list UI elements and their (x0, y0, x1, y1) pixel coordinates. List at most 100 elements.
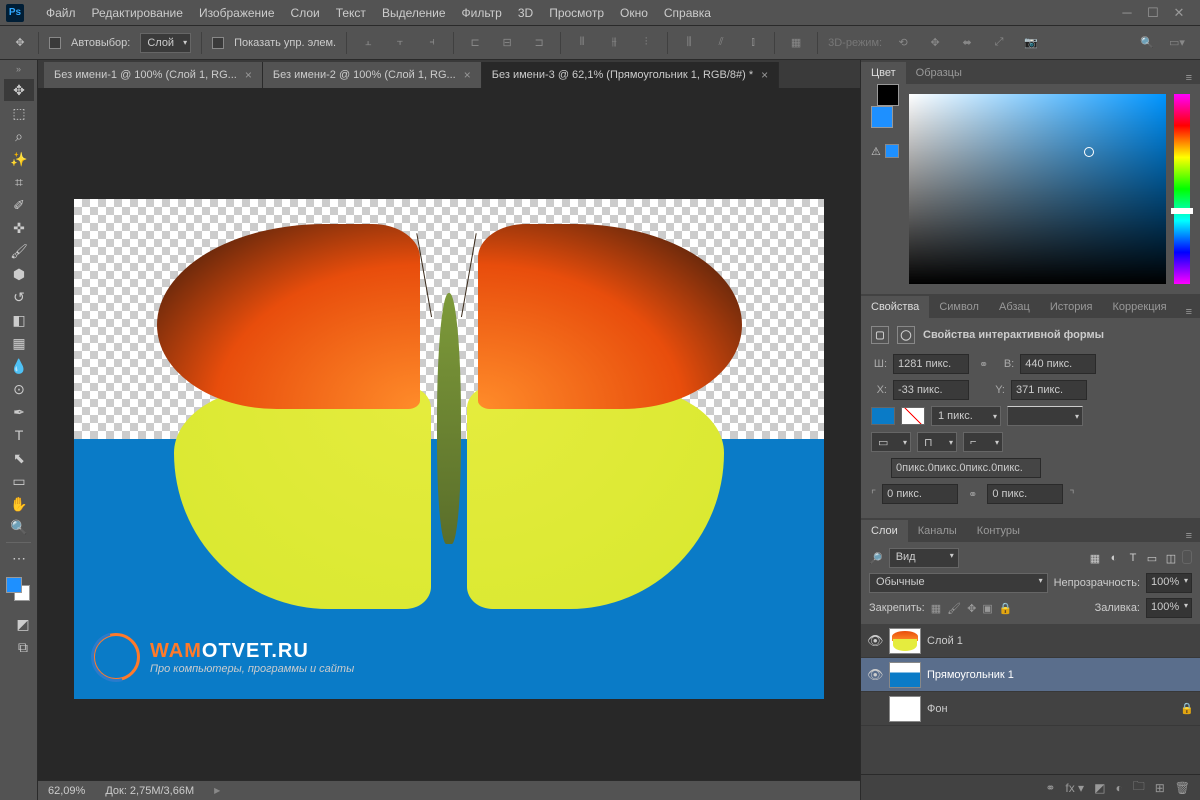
show-transform-checkbox[interactable] (212, 37, 224, 49)
panel-menu-icon[interactable]: ≡ (1178, 306, 1200, 318)
lock-all-icon[interactable]: 🔒 (999, 602, 1013, 615)
toolbar-expand-icon[interactable]: » (0, 64, 37, 78)
adjustment-layer-icon[interactable]: ◐ (1115, 781, 1122, 795)
layer-name[interactable]: Фон (927, 703, 948, 715)
align-vcenter-icon[interactable]: ⫟ (389, 32, 411, 54)
history-brush-tool[interactable]: ↺ (4, 286, 34, 308)
menu-layers[interactable]: Слои (283, 3, 328, 23)
filter-text-icon[interactable]: T (1125, 550, 1141, 566)
close-icon[interactable]: × (245, 68, 252, 82)
menu-help[interactable]: Справка (656, 3, 719, 23)
new-layer-icon[interactable]: ⊞ (1155, 781, 1165, 795)
menu-image[interactable]: Изображение (191, 3, 283, 23)
filter-pixel-icon[interactable]: ▦ (1087, 550, 1103, 566)
lock-position-icon[interactable]: ✥ (967, 602, 976, 615)
tab-paragraph[interactable]: Абзац (989, 296, 1040, 318)
corner-b-input[interactable] (987, 484, 1063, 504)
stroke-color-swatch[interactable] (901, 407, 925, 425)
document-tab[interactable]: Без имени-2 @ 100% (Слой 1, RG... × (263, 62, 482, 88)
healing-tool[interactable]: ✜ (4, 217, 34, 239)
magic-wand-tool[interactable]: ✨ (4, 148, 34, 170)
stamp-tool[interactable]: ⬢ (4, 263, 34, 285)
filter-type-dropdown[interactable]: Вид (889, 548, 959, 568)
hand-tool[interactable]: ✋ (4, 493, 34, 515)
tab-properties[interactable]: Свойства (861, 296, 929, 318)
3d-pan-icon[interactable]: ✥ (924, 32, 946, 54)
opacity-input[interactable]: 100% (1146, 573, 1192, 593)
canvas[interactable]: WAMOTVET.RU Про компьютеры, программы и … (74, 199, 824, 699)
layer-fx-icon[interactable]: fx ▾ (1065, 781, 1084, 795)
distribute-icon[interactable]: ⫴ (571, 32, 593, 54)
bg-color[interactable] (877, 84, 899, 106)
distribute-h-icon[interactable]: ⫼ (678, 32, 700, 54)
blend-mode-dropdown[interactable]: Обычные (869, 573, 1048, 593)
tab-adjustments[interactable]: Коррекция (1103, 296, 1177, 318)
distribute-h-icon-3[interactable]: ⫾ (742, 32, 764, 54)
align-top-icon[interactable]: ⫠ (357, 32, 379, 54)
tab-color[interactable]: Цвет (861, 62, 906, 84)
menu-select[interactable]: Выделение (374, 3, 454, 23)
menu-edit[interactable]: Редактирование (84, 3, 191, 23)
filter-adjust-icon[interactable]: ◐ (1106, 550, 1122, 566)
filter-smart-icon[interactable]: ◫ (1163, 550, 1179, 566)
stroke-cap-dropdown[interactable]: ⊓ (917, 432, 957, 452)
3d-camera-icon[interactable]: 📷 (1020, 32, 1042, 54)
panel-menu-icon[interactable]: ≡ (1178, 72, 1200, 84)
panel-menu-icon[interactable]: ≡ (1178, 530, 1200, 542)
menu-view[interactable]: Просмотр (541, 3, 612, 23)
tab-layers[interactable]: Слои (861, 520, 908, 542)
gradient-tool[interactable]: ▦ (4, 332, 34, 354)
link-icon[interactable]: ⚭ (975, 358, 992, 371)
menu-filter[interactable]: Фильтр (454, 3, 510, 23)
stroke-join-dropdown[interactable]: ⌐ (963, 432, 1003, 452)
eyedropper-tool[interactable]: ✐ (4, 194, 34, 216)
corner-link-icon[interactable]: ⚭ (964, 488, 981, 501)
layer-thumbnail[interactable] (889, 696, 921, 722)
hue-slider[interactable] (1174, 94, 1190, 284)
menu-3d[interactable]: 3D (510, 3, 541, 23)
visibility-icon[interactable]: 👁 (867, 667, 883, 683)
tab-channels[interactable]: Каналы (908, 520, 967, 542)
search-icon[interactable]: 🔍 (1136, 32, 1158, 54)
lock-pixels-icon[interactable]: ▦ (931, 602, 941, 615)
layer-name[interactable]: Прямоугольник 1 (927, 669, 1014, 681)
type-tool[interactable]: T (4, 424, 34, 446)
menu-window[interactable]: Окно (612, 3, 656, 23)
eraser-tool[interactable]: ◧ (4, 309, 34, 331)
stroke-align-dropdown[interactable]: ▭ (871, 432, 911, 452)
path-select-tool[interactable]: ⬉ (4, 447, 34, 469)
layer-mask-icon[interactable]: ◩ (1094, 781, 1105, 795)
distribute-icon-2[interactable]: ⫵ (603, 32, 625, 54)
tab-swatches[interactable]: Образцы (906, 62, 972, 84)
link-layers-icon[interactable]: ⚭ (1045, 781, 1055, 795)
corner-a-input[interactable] (882, 484, 958, 504)
filter-shape-icon[interactable]: ▭ (1144, 550, 1160, 566)
close-icon[interactable]: × (761, 68, 768, 82)
align-right-icon[interactable]: ⊐ (528, 32, 550, 54)
layer-item[interactable]: Фон 🔒 (861, 692, 1200, 726)
align-bottom-icon[interactable]: ⫞ (421, 32, 443, 54)
lock-paint-icon[interactable]: 🖌 (947, 602, 961, 615)
blur-tool[interactable]: 💧 (4, 355, 34, 377)
layer-item[interactable]: 👁 Слой 1 (861, 624, 1200, 658)
workspace-icon[interactable]: ▭▾ (1166, 32, 1188, 54)
tab-paths[interactable]: Контуры (967, 520, 1030, 542)
color-field[interactable] (909, 94, 1166, 284)
zoom-tool[interactable]: 🔍 (4, 516, 34, 538)
layer-thumbnail[interactable] (889, 662, 921, 688)
dodge-tool[interactable]: ⊙ (4, 378, 34, 400)
quick-mask-icon[interactable]: ◩ (8, 614, 38, 635)
lasso-tool[interactable]: ⌕ (4, 125, 34, 147)
screen-mode-icon[interactable]: ⧉ (8, 637, 38, 658)
minimize-button[interactable]: ─ (1120, 6, 1134, 20)
x-input[interactable] (893, 380, 969, 400)
layer-name[interactable]: Слой 1 (927, 635, 963, 647)
pen-tool[interactable]: ✒ (4, 401, 34, 423)
zoom-level[interactable]: 62,09% (48, 785, 85, 797)
mode-icon[interactable]: ⋯ (4, 547, 34, 569)
width-input[interactable] (893, 354, 969, 374)
doc-info[interactable]: Док: 2,75M/3,66M (105, 785, 194, 797)
delete-layer-icon[interactable]: 🗑 (1175, 781, 1190, 795)
tab-history[interactable]: История (1040, 296, 1103, 318)
menu-text[interactable]: Текст (328, 3, 374, 23)
